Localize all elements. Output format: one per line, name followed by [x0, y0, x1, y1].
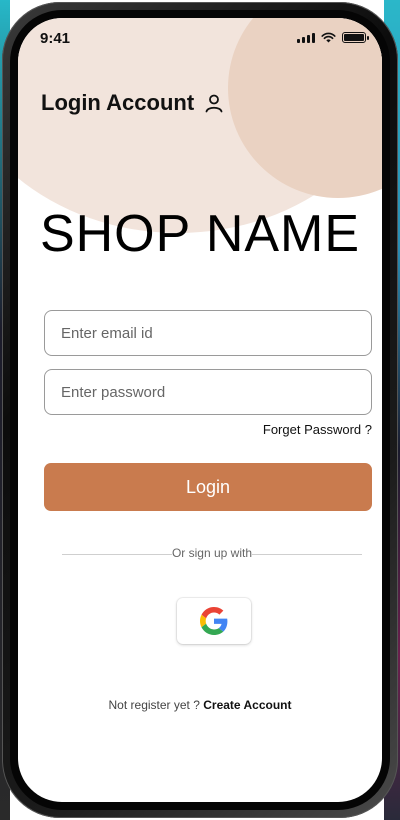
wifi-icon — [321, 32, 336, 43]
google-signin-button[interactable] — [177, 598, 251, 644]
signal-icon — [297, 32, 315, 43]
register-prompt: Not register yet ? — [108, 698, 200, 712]
register-row: Not register yet ? Create Account — [18, 698, 382, 712]
user-icon — [205, 94, 223, 113]
google-icon — [200, 607, 228, 635]
email-input[interactable] — [45, 311, 371, 355]
create-account-link[interactable]: Create Account — [203, 698, 291, 712]
battery-icon — [342, 32, 369, 43]
status-bar: 9:41 — [18, 18, 382, 62]
password-field[interactable] — [44, 369, 372, 415]
social-divider: Or sign up with — [62, 546, 362, 562]
password-input[interactable] — [45, 370, 371, 414]
status-icons — [297, 32, 369, 43]
header: Login Account — [41, 90, 224, 116]
divider-line-right — [252, 554, 362, 555]
login-screen: 9:41 Login Account SHOP NAME Forget Pass… — [18, 18, 382, 802]
shop-name: SHOP NAME — [39, 205, 361, 263]
divider-text: Or sign up with — [171, 546, 253, 560]
login-button[interactable]: Login — [44, 463, 372, 511]
status-time: 9:41 — [40, 30, 71, 47]
forgot-password-link[interactable]: Forget Password ? — [263, 422, 372, 437]
page-title: Login Account — [41, 90, 195, 115]
email-field[interactable] — [44, 310, 372, 356]
